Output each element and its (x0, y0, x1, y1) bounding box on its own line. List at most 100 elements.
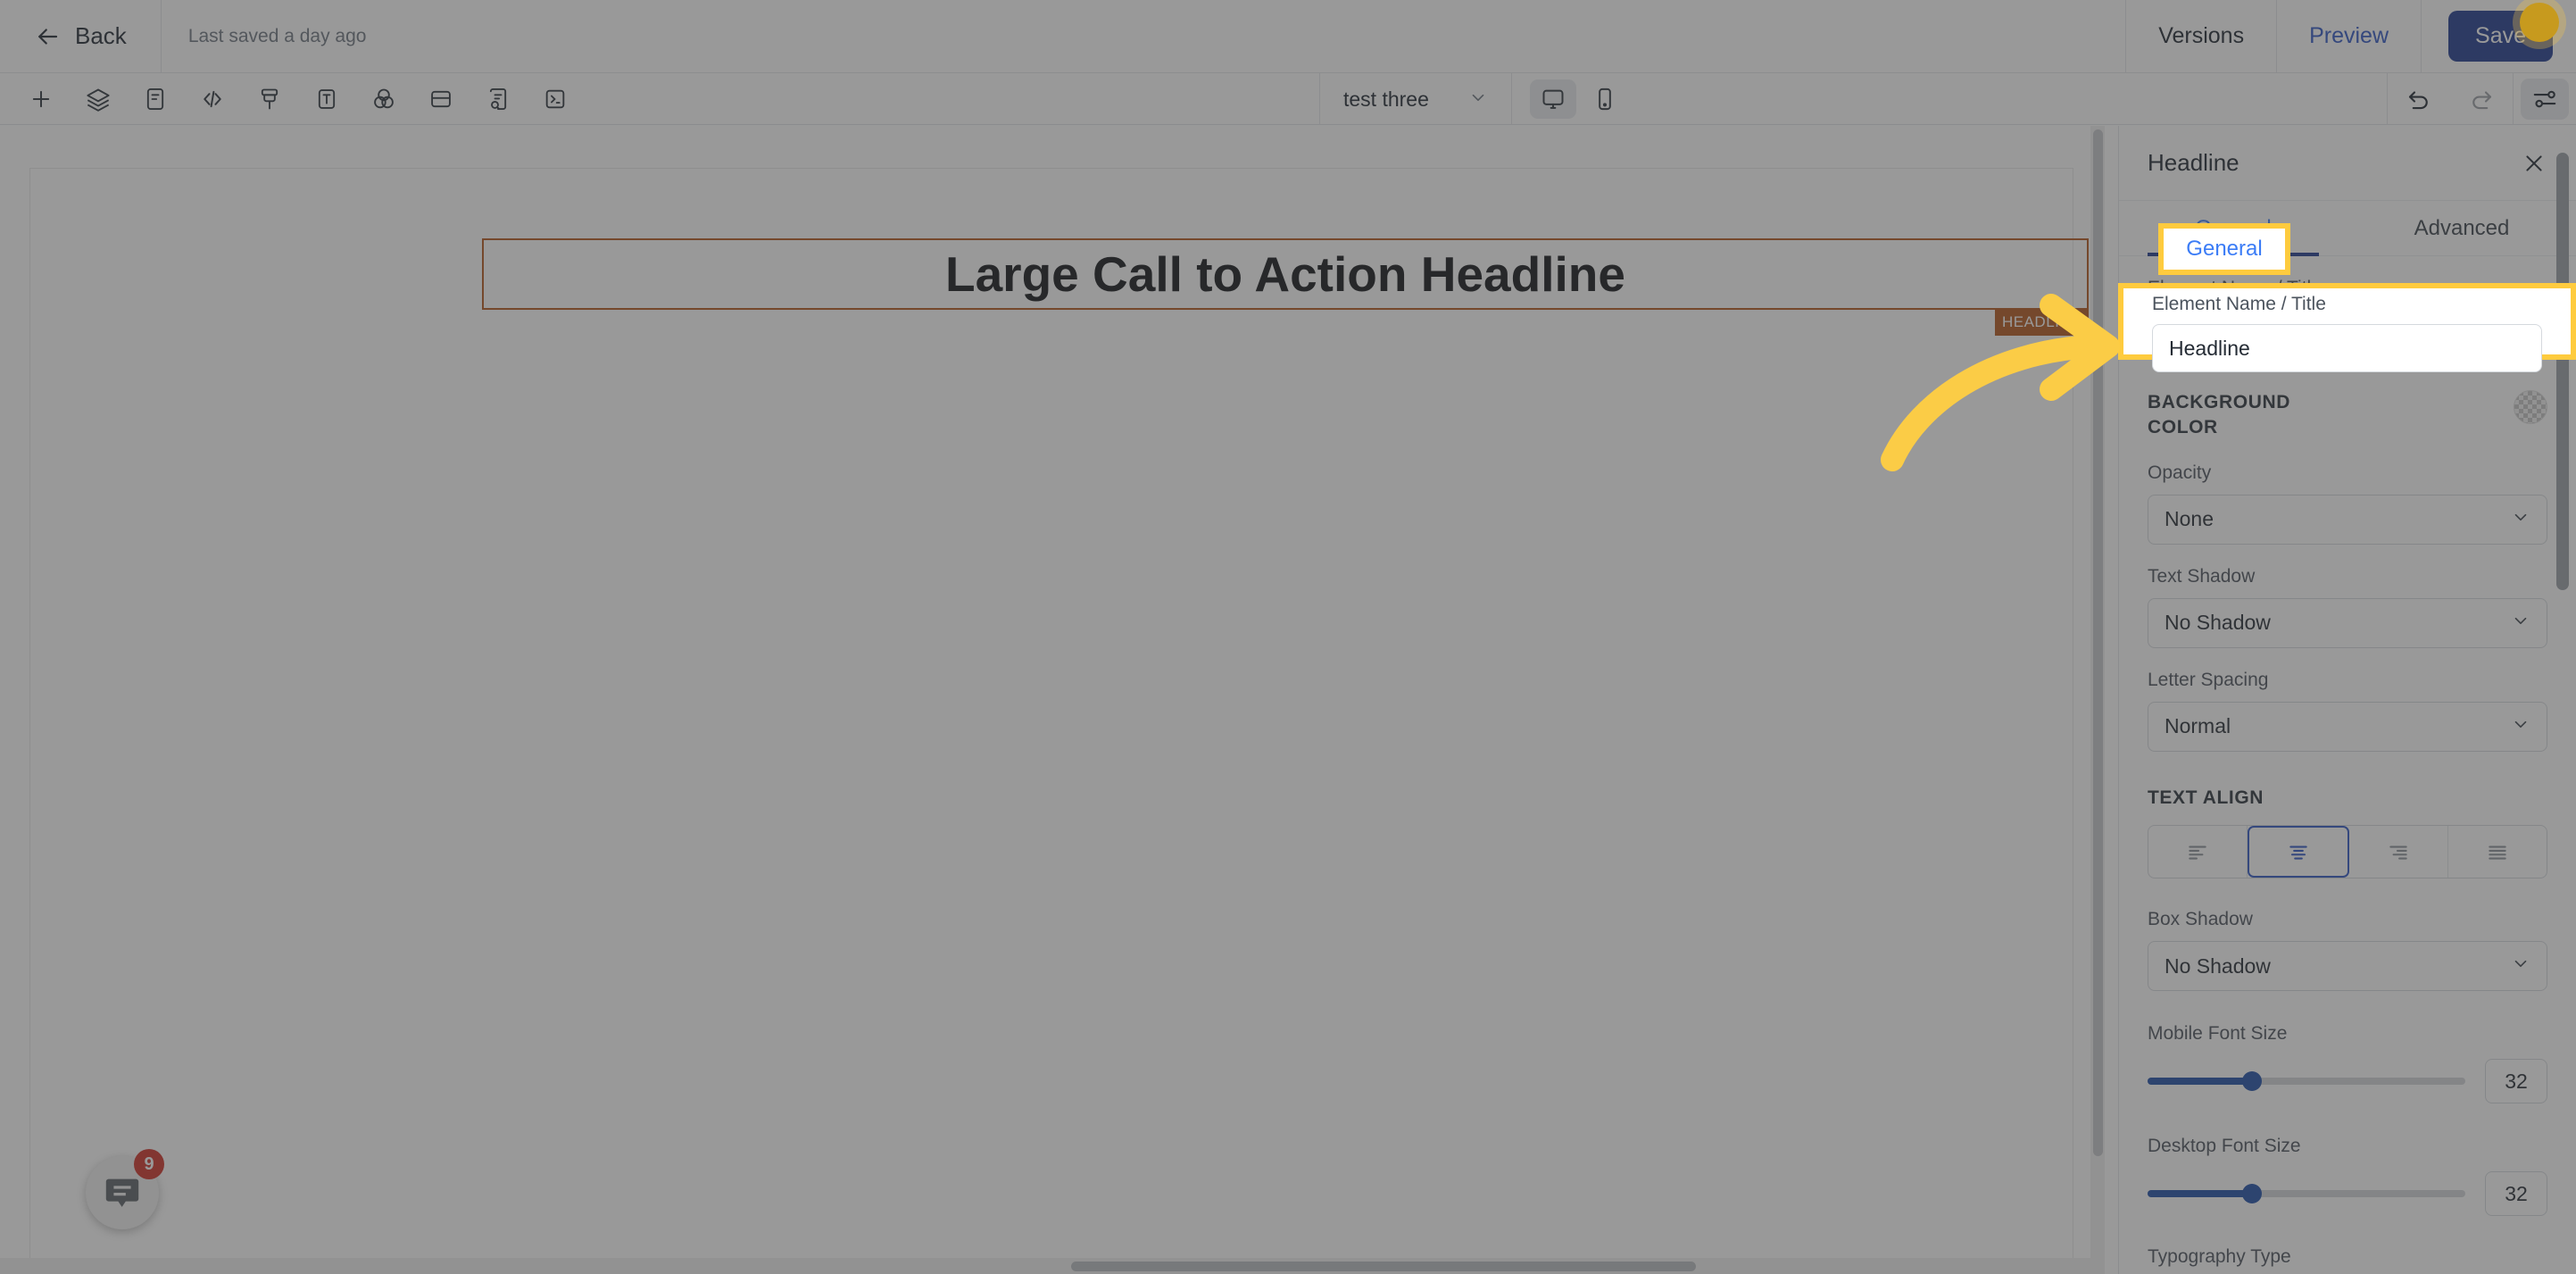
chat-unread-badge: 9 (134, 1149, 164, 1179)
desktop-font-size-slider[interactable] (2148, 1184, 2465, 1204)
canvas-vertical-scrollbar[interactable] (2090, 126, 2105, 1274)
page-select[interactable]: test three (1320, 73, 1511, 125)
document-icon-button[interactable] (127, 79, 184, 120)
highlight-element-name-inner: Element Name / Title (2152, 288, 2542, 372)
letter-spacing-field: Letter Spacing Normal (2148, 670, 2547, 752)
editor-toolbar: test three (0, 73, 2576, 125)
box-shadow-value: No Shadow (2165, 953, 2271, 978)
tab-advanced-label: Advanced (2414, 215, 2510, 240)
text-shadow-select[interactable]: No Shadow (2148, 597, 2547, 648)
device-toggle-group (1512, 79, 1628, 119)
align-center-button[interactable] (2248, 826, 2349, 878)
mobile-view-button[interactable] (1582, 79, 1628, 119)
code-icon-button[interactable] (184, 79, 241, 120)
tab-advanced[interactable]: Advanced (2347, 201, 2576, 255)
box-shadow-field: Box Shadow No Shadow (2148, 909, 2547, 992)
desktop-view-button[interactable] (1529, 79, 1576, 119)
desktop-font-size-field: Desktop Font Size 32 (2148, 1136, 2547, 1217)
highlight-element-name-input[interactable] (2152, 324, 2542, 372)
text-align-group (2148, 825, 2547, 879)
desktop-font-size-label: Desktop Font Size (2148, 1136, 2301, 1157)
panel-scroll-thumb[interactable] (2556, 153, 2569, 590)
toolbar-center-group: test three (1319, 73, 1628, 125)
align-justify-button[interactable] (2448, 826, 2547, 878)
typography-type-label: Typography Type (2148, 1246, 2291, 1268)
letter-spacing-select[interactable]: Normal (2148, 701, 2547, 752)
preview-button[interactable]: Preview (2276, 0, 2421, 73)
element-type-badge: HEADLINE (1994, 310, 2089, 336)
topbar-divider (160, 0, 162, 73)
opacity-label: Opacity (2148, 462, 2212, 483)
align-left-button[interactable] (2148, 826, 2248, 878)
background-color-swatch[interactable] (2514, 390, 2547, 424)
background-color-line2: COLOR (2148, 417, 2218, 438)
canvas-area: Large Call to Action Headline HEADLINE 9 (0, 126, 2103, 1274)
typography-type-field: Typography Type (2148, 1246, 2547, 1268)
toolbar-icon-group (12, 79, 584, 120)
panel-body: Element Name / Title BACKGROUND COLOR Op… (2119, 278, 2576, 1274)
topbar-actions: Versions Preview Save (2125, 0, 2576, 73)
undo-button[interactable] (2388, 73, 2450, 125)
letter-spacing-value: Normal (2165, 714, 2231, 738)
panel-header: Headline (2119, 126, 2576, 201)
chat-widget-button[interactable]: 9 (86, 1149, 164, 1229)
chevron-down-icon (2511, 507, 2530, 532)
mobile-font-size-value[interactable]: 32 (2485, 1059, 2547, 1104)
layers-icon-button[interactable] (70, 79, 127, 120)
chevron-down-icon (2511, 953, 2530, 978)
highlight-element-name-field: Element Name / Title (2118, 283, 2576, 372)
box-shadow-label: Box Shadow (2148, 909, 2253, 930)
back-button[interactable]: Back (25, 15, 136, 57)
align-right-button[interactable] (2349, 826, 2448, 878)
back-label: Back (75, 22, 127, 49)
align-justify-icon (2489, 845, 2506, 860)
background-color-row: BACKGROUND COLOR (2148, 390, 2547, 441)
highlight-general-tab[interactable]: General (2158, 223, 2290, 275)
page-search-icon-button[interactable] (469, 79, 527, 120)
close-icon[interactable] (2522, 152, 2546, 175)
desktop-font-size-row: 32 (2148, 1171, 2547, 1217)
slider-fill (2148, 1078, 2253, 1086)
chevron-down-icon (2511, 611, 2530, 636)
selected-headline-element[interactable]: Large Call to Action Headline HEADLINE (482, 238, 2089, 336)
box-shadow-select[interactable]: No Shadow (2148, 941, 2547, 992)
text-shadow-field: Text Shadow No Shadow (2148, 566, 2547, 648)
top-bar: Back Last saved a day ago Versions Previ… (0, 0, 2576, 73)
mobile-font-size-slider[interactable] (2148, 1071, 2465, 1092)
opacity-field: Opacity None (2148, 462, 2547, 545)
highlight-general-tab-label: General (2186, 237, 2263, 261)
slider-thumb[interactable] (2242, 1184, 2263, 1204)
panel-title: Headline (2148, 149, 2239, 176)
redo-button[interactable] (2450, 73, 2513, 125)
last-saved-status: Last saved a day ago (187, 25, 367, 46)
text-icon-button[interactable] (298, 79, 355, 120)
mobile-font-size-row: 32 (2148, 1059, 2547, 1104)
canvas-horizontal-scroll-thumb[interactable] (1071, 1262, 1696, 1271)
slider-thumb[interactable] (2242, 1071, 2263, 1092)
text-shadow-value: No Shadow (2165, 611, 2271, 635)
add-icon-button[interactable] (12, 79, 70, 120)
canvas-horizontal-scrollbar[interactable] (0, 1258, 2103, 1274)
mobile-font-size-field: Mobile Font Size 32 (2148, 1023, 2547, 1104)
page-select-value: test three (1343, 87, 1429, 111)
versions-button[interactable]: Versions (2125, 0, 2276, 73)
mobile-font-size-label: Mobile Font Size (2148, 1023, 2288, 1045)
text-align-label: TEXT ALIGN (2148, 787, 2264, 808)
chevron-down-icon (2511, 714, 2530, 739)
brush-icon-button[interactable] (241, 79, 298, 120)
align-left-icon (2189, 845, 2206, 860)
terminal-icon-button[interactable] (527, 79, 584, 120)
container-icon-button[interactable] (412, 79, 469, 120)
canvas-vertical-scroll-thumb[interactable] (2093, 129, 2103, 1156)
settings-button[interactable] (2521, 79, 2569, 120)
background-color-line1: BACKGROUND (2148, 392, 2290, 412)
opacity-select[interactable]: None (2148, 494, 2547, 545)
text-align-field: TEXT ALIGN (2148, 786, 2547, 879)
page-canvas[interactable]: Large Call to Action Headline HEADLINE 9 (29, 168, 2089, 1274)
desktop-font-size-value[interactable]: 32 (2485, 1171, 2547, 1217)
chevron-down-icon (1468, 87, 1488, 112)
toolbar-right-group (2387, 73, 2576, 125)
align-center-icon (2289, 845, 2307, 860)
color-blend-icon-button[interactable] (355, 79, 412, 120)
settings-button-wrap (2514, 73, 2576, 125)
